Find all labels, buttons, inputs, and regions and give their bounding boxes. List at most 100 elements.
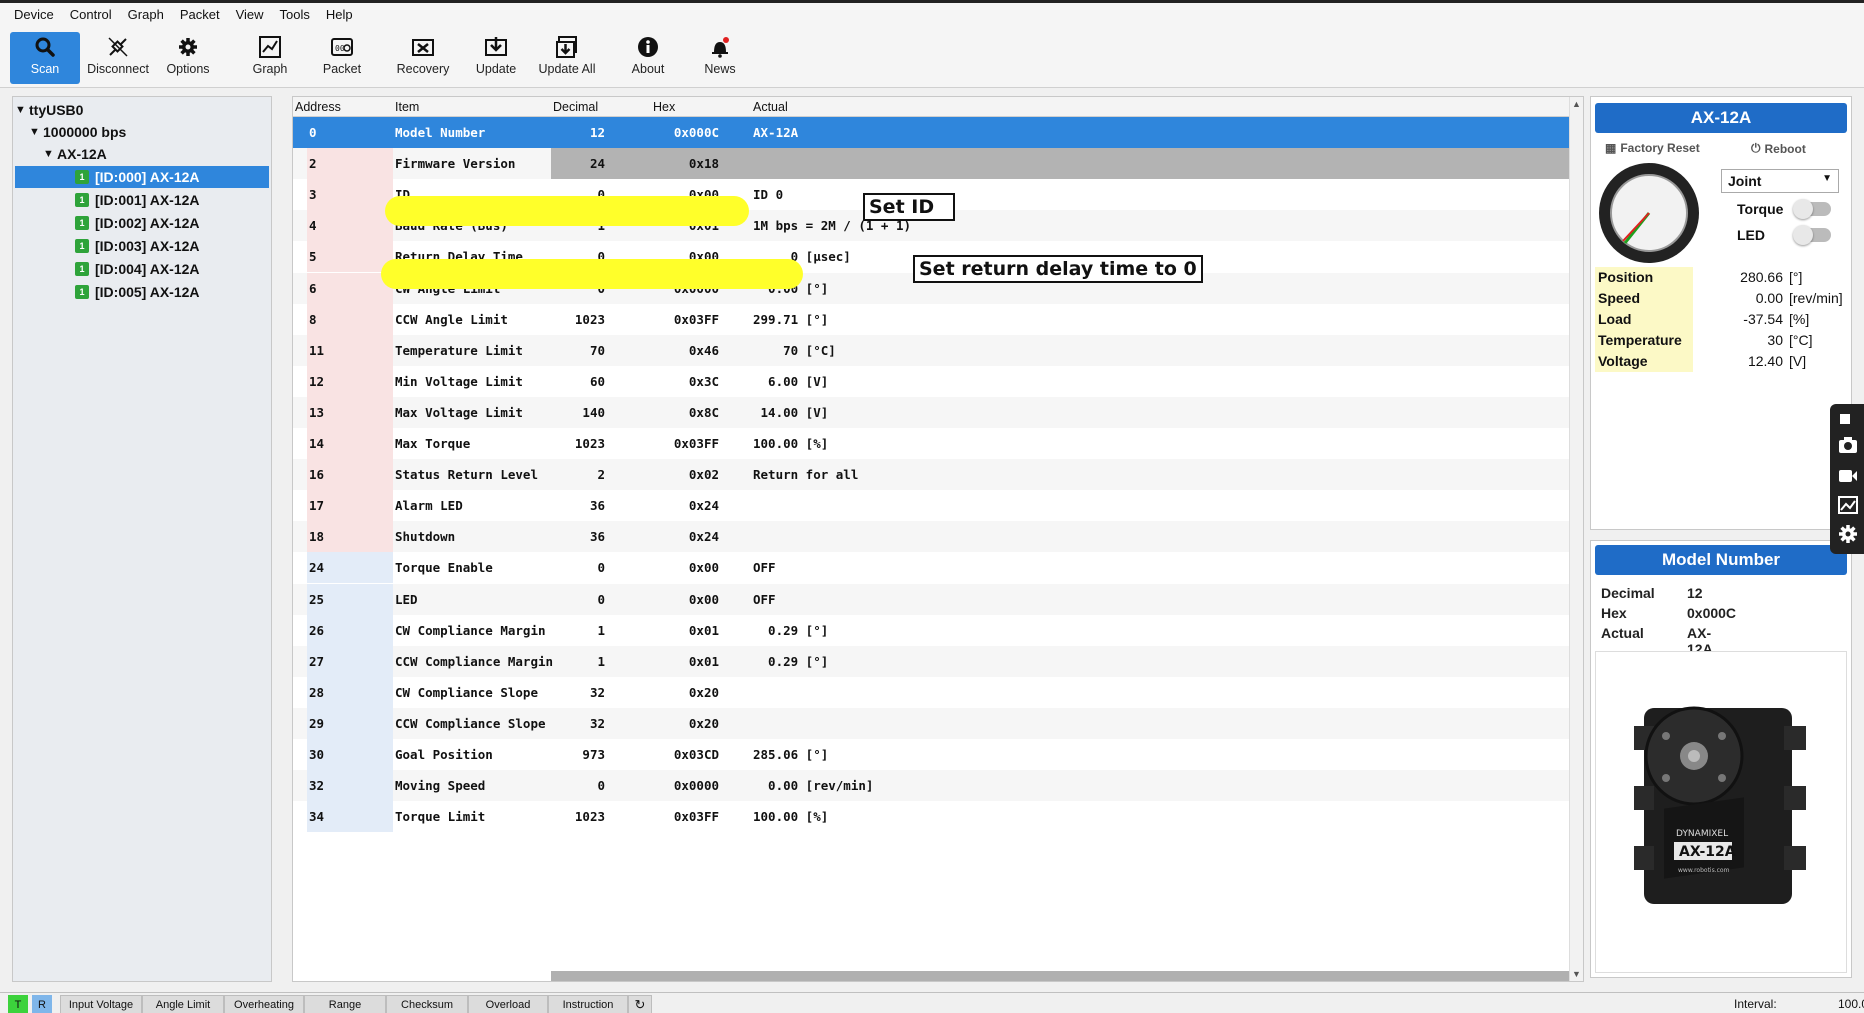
tree-device-2[interactable]: 1 [ID:002] AX-12A — [75, 212, 200, 234]
tab-checksum[interactable]: Checksum — [386, 995, 468, 1013]
toolbar: Scan Disconnect Options Graph 00 Packet — [0, 26, 1864, 88]
cell-hex: 0x20 — [688, 715, 719, 731]
cell-address: 12 — [309, 373, 325, 389]
scroll-down-icon[interactable]: ▼ — [1572, 969, 1581, 979]
pin-icon[interactable] — [1838, 412, 1858, 432]
cell-hex: 0x20 — [688, 684, 719, 700]
table-row[interactable]: 16 Status Return Level 2 0x02 Return for all — [293, 459, 1569, 491]
about-button[interactable]: About — [624, 32, 672, 84]
tab-angle-limit[interactable]: Angle Limit — [142, 995, 224, 1013]
tree-device-3[interactable]: 1 [ID:003] AX-12A — [75, 235, 200, 257]
tree-device-4[interactable]: 1 [ID:004] AX-12A — [75, 258, 200, 280]
device-label: [ID:000] AX-12A — [95, 169, 200, 185]
reboot-button[interactable]: ⏻ Reboot — [1751, 141, 1806, 156]
device-status-box: AX-12A ▦ Factory Reset ⏻ Reboot Joint ▼ … — [1590, 96, 1852, 530]
table-row[interactable]: 11 Temperature Limit 70 0x46 70 [°C] — [293, 334, 1569, 366]
tree-device-0[interactable]: 1 [ID:000] AX-12A — [15, 166, 269, 188]
table-row[interactable]: 12 Min Voltage Limit 60 0x3C 6.00 [V] — [293, 365, 1569, 397]
table-row[interactable]: 0 Model Number 12 0x000C AX-12A — [293, 117, 1569, 148]
tab-range[interactable]: Range — [304, 995, 386, 1013]
update-button[interactable]: Update — [470, 32, 522, 84]
header-item[interactable]: Item — [395, 100, 419, 114]
news-button[interactable]: News — [696, 32, 744, 84]
cell-address: 6 — [309, 280, 317, 296]
menu-control[interactable]: Control — [62, 7, 120, 22]
scroll-up-icon[interactable]: ▲ — [1572, 99, 1581, 109]
menu-help[interactable]: Help — [318, 7, 361, 22]
table-row[interactable]: 27 CCW Compliance Margin 1 0x01 0.29 [°] — [293, 645, 1569, 677]
table-row[interactable]: 17 Alarm LED 36 0x24 — [293, 490, 1569, 522]
stat-unit: [°C] — [1789, 332, 1813, 348]
tree-node-model[interactable]: ▼ AX-12A — [43, 143, 107, 165]
mode-select[interactable]: Joint ▼ — [1721, 169, 1839, 193]
tree-node-baud[interactable]: ▼ 1000000 bps — [29, 121, 126, 143]
cell-address: 8 — [309, 311, 317, 327]
scan-button[interactable]: Scan — [10, 32, 80, 84]
header-hex[interactable]: Hex — [653, 100, 675, 114]
table-row[interactable]: 8 CCW Angle Limit 1023 0x03FF 299.71 [°] — [293, 303, 1569, 335]
tab-overload[interactable]: Overload — [468, 995, 548, 1013]
torque-toggle[interactable] — [1793, 199, 1831, 219]
info-decimal: Decimal 12 — [1601, 585, 1703, 601]
menu-tools[interactable]: Tools — [272, 7, 318, 22]
address-shade — [307, 148, 393, 180]
settings-icon[interactable] — [1838, 524, 1858, 544]
update-all-button[interactable]: Update All — [538, 32, 596, 84]
menu-view[interactable]: View — [228, 7, 272, 22]
item-info-box: Model Number Decimal 12 Hex 0x000C Actua… — [1590, 540, 1852, 978]
table-row[interactable]: 14 Max Torque 1023 0x03FF 100.00 [%] — [293, 428, 1569, 459]
chevron-down-icon: ▼ — [1822, 173, 1832, 184]
image-icon[interactable] — [1838, 496, 1858, 516]
table-row[interactable]: 25 LED 0 0x00 OFF — [293, 583, 1569, 615]
vertical-scrollbar[interactable]: ▲ ▼ — [1569, 97, 1583, 981]
cell-hex: 0x03CD — [673, 747, 719, 762]
stat-temperature: Temperature 30 [°C] — [1595, 330, 1845, 351]
tree-device-1[interactable]: 1 [ID:001] AX-12A — [75, 189, 200, 211]
recovery-button[interactable]: Recovery — [392, 32, 454, 84]
table-row[interactable]: 29 CCW Compliance Slope 32 0x20 — [293, 707, 1569, 739]
device-panel: AX-12A ▦ Factory Reset ⏻ Reboot Joint ▼ … — [1588, 96, 1852, 982]
torque-label: Torque — [1737, 201, 1784, 217]
highlight-id-row — [385, 196, 749, 226]
tab-input-voltage[interactable]: Input Voltage — [60, 995, 142, 1013]
led-toggle[interactable] — [1793, 225, 1831, 245]
cell-decimal: 0 — [597, 591, 605, 607]
disconnect-button[interactable]: Disconnect — [84, 32, 152, 84]
tree-node-port[interactable]: ▼ ttyUSB0 — [15, 99, 83, 121]
table-row[interactable]: 24 Torque Enable 0 0x00 OFF — [293, 552, 1569, 584]
address-shade — [307, 241, 393, 273]
table-row[interactable]: 28 CW Compliance Slope 32 0x20 — [293, 676, 1569, 708]
cell-hex: 0x46 — [688, 342, 719, 358]
table-row[interactable]: 13 Max Voltage Limit 140 0x8C 14.00 [V] — [293, 396, 1569, 428]
table-row[interactable]: 18 Shutdown 36 0x24 — [293, 521, 1569, 553]
video-icon[interactable] — [1838, 468, 1858, 488]
refresh-icon[interactable]: ↻ — [628, 995, 652, 1013]
header-address[interactable]: Address — [295, 100, 341, 114]
graph-button[interactable]: Graph — [246, 32, 294, 84]
table-row[interactable]: 26 CW Compliance Margin 1 0x01 0.29 [°] — [293, 614, 1569, 646]
cell-hex: 0x18 — [688, 156, 719, 172]
address-shade — [307, 210, 393, 242]
stat-unit: [V] — [1789, 353, 1807, 369]
table-row[interactable]: 2 Firmware Version 24 0x18 — [293, 148, 1569, 180]
table-row[interactable]: 30 Goal Position 973 0x03CD 285.06 [°] — [293, 739, 1569, 770]
options-button[interactable]: Options — [160, 32, 216, 84]
factory-reset-button[interactable]: ▦ Factory Reset — [1605, 141, 1700, 155]
position-dial[interactable] — [1597, 161, 1701, 265]
tab-instruction[interactable]: Instruction — [548, 995, 628, 1013]
tree-device-5[interactable]: 1 [ID:005] AX-12A — [75, 281, 200, 303]
table-row[interactable]: 34 Torque Limit 1023 0x03FF 100.00 [%] — [293, 801, 1569, 833]
camera-icon[interactable] — [1838, 436, 1858, 456]
mode-value: Joint — [1728, 173, 1762, 189]
menu-graph[interactable]: Graph — [120, 7, 172, 22]
tab-overheating[interactable]: Overheating — [224, 995, 304, 1013]
menu-packet[interactable]: Packet — [172, 7, 228, 22]
header-decimal[interactable]: Decimal — [553, 100, 598, 114]
baud-label: 1000000 bps — [43, 124, 127, 140]
stat-value: 280.66 — [1740, 269, 1783, 285]
packet-button[interactable]: 00 Packet — [318, 32, 366, 84]
table-row[interactable]: 32 Moving Speed 0 0x0000 0.00 [rev/min] — [293, 770, 1569, 802]
menu-device[interactable]: Device — [0, 7, 62, 22]
horizontal-scrollbar[interactable] — [551, 971, 1569, 981]
header-actual[interactable]: Actual — [753, 100, 788, 114]
